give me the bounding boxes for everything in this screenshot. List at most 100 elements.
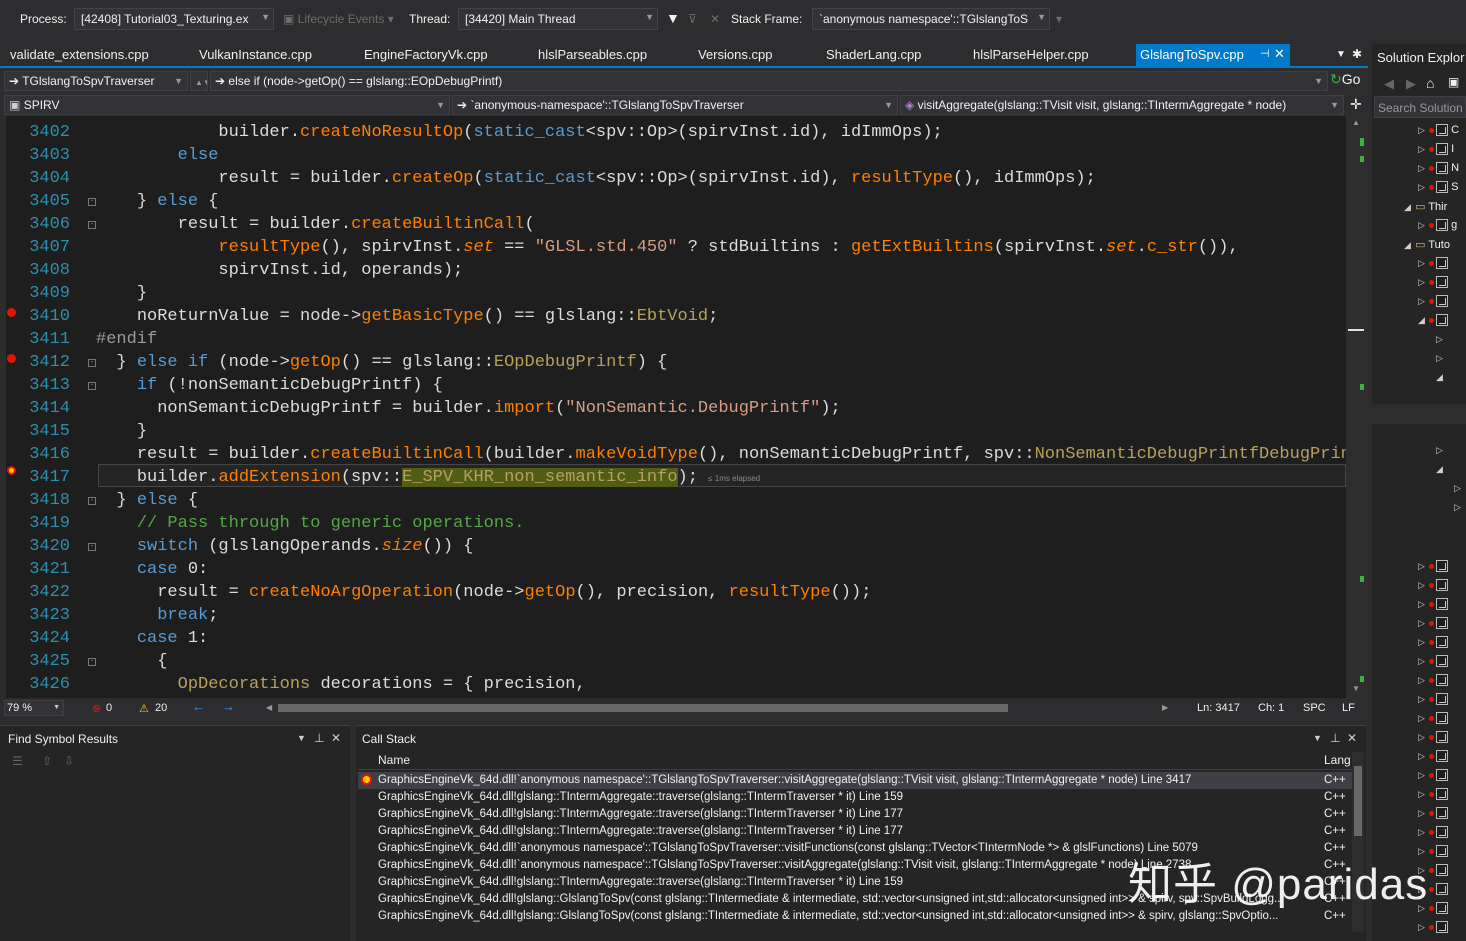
tab-validate-extensions[interactable]: validate_extensions.cpp (10, 47, 149, 62)
list-icon[interactable]: ☰ (12, 754, 23, 768)
tree-item[interactable]: ▷ (1418, 598, 1448, 617)
toolbar-overflow-icon[interactable]: ▾ (1056, 12, 1062, 26)
search-solution-input[interactable]: Search Solution (1374, 96, 1466, 118)
tree-item[interactable]: ▷ (1418, 276, 1448, 295)
toggle-filter-icon[interactable]: ⊽ (688, 12, 697, 26)
tree-item[interactable]: ▷ (1418, 655, 1448, 674)
tab-glslang-to-spv[interactable]: GlslangToSpv.cpp ⊣ ✕ (1136, 44, 1290, 66)
arrow-left-icon[interactable]: ← (192, 699, 205, 714)
splitter[interactable] (1372, 404, 1466, 424)
error-count[interactable]: 0 (106, 702, 112, 714)
tree-item[interactable]: ▷ (1418, 636, 1448, 655)
pin-icon[interactable]: ⊥ (1330, 731, 1340, 745)
call-stack-row[interactable]: GraphicsEngineVk_64d.dll!glslang::TInter… (358, 789, 1352, 806)
tree-item[interactable]: ▷ (1454, 501, 1462, 520)
perf-tip[interactable]: ≤ 1ms elapsed (708, 474, 760, 483)
back-icon[interactable]: ◀ (1384, 76, 1394, 92)
scope-spinner[interactable]: ▲▼ (190, 71, 208, 91)
process-combo[interactable]: [42408] Tutorial03_Texturing.ex ▼ (74, 8, 274, 30)
split-icon[interactable]: ✛ (1350, 96, 1362, 113)
tree-item[interactable]: ▷ (1418, 769, 1448, 788)
pin-icon[interactable]: ⊣ (1260, 47, 1270, 60)
thread-combo[interactable]: [34420] Main Thread ▼ (458, 8, 658, 30)
sync-icon[interactable]: ▣ (1448, 75, 1459, 89)
editor-vertical-scrollbar[interactable]: ▲ ▼ (1346, 116, 1366, 698)
tree-item[interactable]: ▷ (1418, 921, 1448, 940)
current-statement-icon[interactable] (7, 466, 16, 475)
tab-vulkan-instance[interactable]: VulkanInstance.cpp (199, 47, 312, 62)
tab-list-icon[interactable]: ▼ (1336, 49, 1346, 60)
tree-item[interactable]: ◢ (1436, 371, 1444, 390)
home-icon[interactable]: ⌂ (1426, 75, 1434, 91)
tab-engine-factory-vk[interactable]: EngineFactoryVk.cpp (364, 47, 488, 62)
fold-icon[interactable]: - (88, 497, 96, 505)
tree-item[interactable]: ▷ (1454, 482, 1462, 501)
call-stack-row[interactable]: GraphicsEngineVk_64d.dll!glslang::TInter… (358, 823, 1352, 840)
tab-hlsl-parseables[interactable]: hlslParseables.cpp (538, 47, 647, 62)
column-header-name[interactable]: Name (378, 753, 410, 767)
breakpoint-icon[interactable] (7, 354, 16, 363)
tree-item[interactable]: ▷ (1418, 579, 1448, 598)
tree-item[interactable]: ◢ (1418, 314, 1448, 333)
fold-icon[interactable]: - (88, 382, 96, 390)
breakpoint-icon[interactable] (7, 308, 16, 317)
tree-item[interactable]: ▷ (1418, 826, 1448, 845)
gear-icon[interactable]: ✱ (1352, 47, 1362, 61)
tab-hlsl-parse-helper[interactable]: hlslParseHelper.cpp (973, 47, 1089, 62)
tree-item[interactable]: ▷ (1418, 731, 1448, 750)
tab-shader-lang[interactable]: ShaderLang.cpp (826, 47, 921, 62)
lifecycle-events-button[interactable]: ▣ Lifecycle Events ▾ (283, 12, 394, 26)
forward-icon[interactable]: ▶ (1406, 76, 1416, 92)
filter-icon[interactable]: ▼ (666, 10, 680, 26)
spacing-indicator[interactable]: SPC (1303, 702, 1326, 714)
tree-item[interactable]: ▷ (1418, 750, 1448, 769)
column-header-lang[interactable]: Lang (1324, 753, 1351, 767)
tree-item[interactable]: ▷ (1436, 333, 1444, 352)
statement-combo[interactable]: ➔ else if (node->getOp() == glslang::EOp… (210, 71, 1328, 91)
call-stack-row[interactable]: GraphicsEngineVk_64d.dll!glslang::TInter… (358, 806, 1352, 823)
go-button[interactable]: ↻Go (1330, 71, 1364, 91)
tree-item[interactable]: ▷ (1418, 693, 1448, 712)
tree-item[interactable]: ▷ (1418, 257, 1448, 276)
arrow-right-icon[interactable]: → (222, 699, 235, 714)
tree-item[interactable]: ▷ (1418, 295, 1448, 314)
tree-item[interactable]: ▷ g (1418, 219, 1457, 238)
close-icon[interactable]: ✕ (1347, 731, 1357, 745)
scrollbar-thumb[interactable] (1354, 766, 1362, 836)
tree-item[interactable]: ▷ (1418, 807, 1448, 826)
fold-icon[interactable]: - (88, 221, 96, 229)
chevron-down-icon[interactable]: ▼ (297, 733, 306, 743)
line-ending-indicator[interactable]: LF (1342, 702, 1355, 714)
tree-item[interactable]: ▷ (1418, 560, 1448, 579)
tree-item[interactable]: ▷ S (1418, 181, 1458, 200)
tree-item[interactable]: ▷ (1418, 788, 1448, 807)
fold-icon[interactable]: - (88, 658, 96, 666)
sort-down-icon[interactable]: ⇩ (64, 754, 74, 768)
call-stack-row[interactable]: GraphicsEngineVk_64d.dll!`anonymous name… (358, 772, 1352, 789)
tree-folder[interactable]: ◢ ▭ Tuto (1404, 238, 1450, 257)
member-combo[interactable]: ◈ visitAggregate(glslang::TVisit visit, … (900, 95, 1344, 115)
error-icon[interactable]: ⊗ (92, 702, 101, 715)
fold-icon[interactable]: - (88, 543, 96, 551)
pin-icon[interactable]: ⊥ (314, 731, 324, 745)
tree-item[interactable]: ▷ (1436, 444, 1444, 463)
tab-versions[interactable]: Versions.cpp (698, 47, 772, 62)
class-combo[interactable]: ➔ `anonymous-namespace'::TGlslangToSpvTr… (452, 95, 898, 115)
zoom-combo[interactable]: 79 % ▼ (4, 700, 64, 716)
tree-item[interactable]: ▷ (1418, 712, 1448, 731)
tree-item[interactable]: ▷ I (1418, 143, 1454, 162)
tree-item[interactable]: ▷ (1418, 617, 1448, 636)
horizontal-scrollbar-thumb[interactable] (278, 704, 1008, 712)
tree-item[interactable]: ▷ N (1418, 162, 1459, 181)
warning-icon[interactable]: ⚠ (139, 702, 149, 715)
scope-combo[interactable]: ➔ TGlslangToSpvTraverser ▼ (4, 71, 188, 91)
hscroll-left-icon[interactable]: ◀ (266, 703, 272, 712)
tree-folder[interactable]: ◢ ▭ Thir (1404, 200, 1447, 219)
sort-up-icon[interactable]: ⇧ (42, 754, 52, 768)
fold-icon[interactable]: - (88, 198, 96, 206)
tree-item[interactable]: ◢ (1436, 463, 1444, 482)
tree-item[interactable]: ▷ C (1418, 124, 1459, 143)
code-area[interactable]: builder.createNoResultOp(static_cast<spv… (96, 116, 1346, 698)
fold-icon[interactable]: - (88, 359, 96, 367)
scroll-up-icon[interactable]: ▲ (1352, 118, 1360, 127)
